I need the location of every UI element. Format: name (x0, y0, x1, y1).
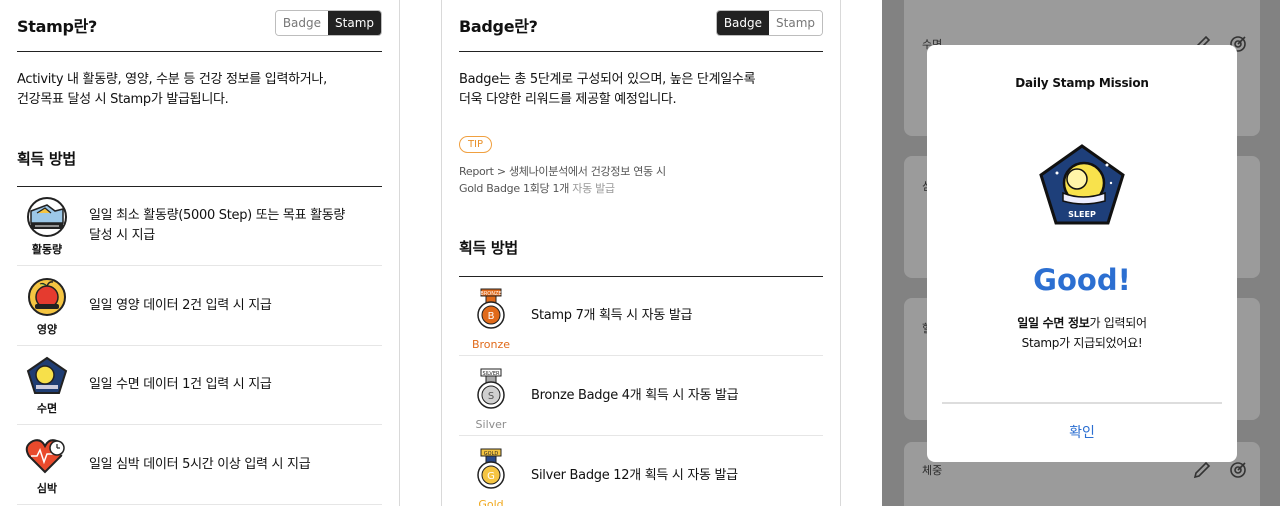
item-line: 일일 수면 데이터 1건 입력 시 지급 (89, 377, 272, 392)
target-icon[interactable] (1228, 460, 1248, 480)
list-item: 수면 일일 수면 데이터 1건 입력 시 지급 (17, 346, 382, 425)
stamp-label: SLEEP (1068, 210, 1096, 219)
panel-gap (400, 0, 441, 506)
stamp-info-panel: Stamp란? Badge Stamp Activity 내 활동량, 영양, … (0, 0, 400, 506)
panel-gap (841, 0, 882, 506)
icon-caption: 수면 (36, 402, 58, 415)
list-item: 활동량 일일 최소 활동량(5000 Step) 또는 목표 활동량 달성 시 … (17, 187, 382, 266)
item-text: Stamp 7개 획득 시 자동 발급 (531, 308, 693, 323)
divider (459, 51, 823, 52)
item-text: 일일 수면 데이터 1건 입력 시 지급 (89, 375, 272, 395)
message-line2: Stamp가 지급되었어요! (1021, 336, 1143, 350)
confirm-button[interactable]: 확인 (927, 422, 1237, 442)
activity-icon: 활동량 (25, 197, 69, 257)
stamp-modal-screen: 수면 심 혈 체중 Daily Stamp Mission (882, 0, 1280, 506)
description-line: Activity 내 활동량, 영양, 수분 등 건강 정보를 입력하거나, (17, 72, 327, 87)
tip-line: Report > 생체나이분석에서 건강정보 연동 시 (459, 165, 666, 178)
silver-medal-icon: SILVER S Silver (469, 367, 513, 431)
toggle-stamp[interactable]: Stamp (328, 11, 381, 35)
badge-header: Badge란? Badge Stamp (459, 10, 823, 37)
item-line: 달성 시 지급 (89, 228, 155, 243)
tip-badge: TIP (459, 136, 492, 153)
stamp-description: Activity 내 활동량, 영양, 수분 등 건강 정보를 입력하거나, 건… (17, 70, 382, 110)
badge-stamp-toggle[interactable]: Badge Stamp (715, 10, 823, 36)
card-label: 체중 (922, 464, 943, 477)
list-item: 심박 일일 심박 데이터 5시간 이상 입력 시 지급 (17, 426, 382, 505)
tip-line: Gold Badge 1회당 1개 자동 발급 (459, 180, 615, 196)
list-item: SILVER S Silver Bronze Badge 4개 획득 시 자동 … (459, 357, 823, 436)
list-item: GOLD G Gold Silver Badge 12개 획득 시 자동 발급 (459, 437, 823, 506)
message-rest: 가 입력되어 (1089, 316, 1147, 330)
page-title: Badge란? (459, 17, 538, 36)
tip-rest: 자동 발급 (569, 182, 615, 195)
icon-caption: Bronze (471, 338, 511, 351)
description-line: 더욱 다양한 리워드를 제공할 예정입니다. (459, 92, 677, 107)
badge-info-panel: Badge란? Badge Stamp Badge는 총 5단계로 구성되어 있… (441, 0, 841, 506)
list-item: BRONZE B Bronze Stamp 7개 획득 시 자동 발급 (459, 277, 823, 356)
dialog-message: 일일 수면 정보가 입력되어 Stamp가 지급되었어요! (927, 313, 1237, 353)
message-bold: 일일 수면 정보 (1017, 316, 1090, 330)
tip-emphasis: Gold Badge 1회당 1개 (459, 182, 570, 195)
gold-medal-icon: GOLD G Gold (469, 447, 513, 506)
item-text: 일일 영양 데이터 2건 입력 시 지급 (89, 296, 272, 316)
badge-stamp-toggle[interactable]: Badge Stamp (274, 10, 382, 36)
bronze-medal-icon: BRONZE B Bronze (469, 287, 513, 351)
icon-caption: Gold (478, 498, 504, 506)
nutrition-icon: 영양 (25, 277, 69, 337)
item-text: Bronze Badge 4개 획득 시 자동 발급 (531, 388, 739, 403)
icon-caption: 심박 (36, 482, 58, 495)
stamp-header: Stamp란? Badge Stamp (17, 10, 382, 37)
section-title: 획득 방법 (17, 150, 76, 168)
item-text: Silver Badge 12개 획득 시 자동 발급 (531, 468, 738, 483)
sleep-icon: 수면 (25, 356, 69, 416)
list-item: 영양 일일 영양 데이터 2건 입력 시 지급 (17, 267, 382, 346)
toggle-badge[interactable]: Badge (275, 11, 329, 35)
heart-rate-icon: 심박 (25, 436, 69, 496)
description-line: Badge는 총 5단계로 구성되어 있으며, 높은 단계일수록 (459, 72, 756, 87)
dialog-title: Daily Stamp Mission (1015, 76, 1149, 90)
item-text: 일일 심박 데이터 5시간 이상 입력 시 지급 (89, 455, 311, 475)
sleep-stamp-icon: SLEEP (1037, 143, 1127, 228)
item-line: 일일 최소 활동량(5000 Step) 또는 목표 활동량 (89, 208, 346, 223)
good-headline: Good! (1033, 263, 1131, 297)
icon-caption: 활동량 (31, 243, 63, 256)
stamp-dialog: Daily Stamp Mission SLEEP Good! 일일 수면 정보… (927, 45, 1237, 462)
divider (17, 51, 382, 52)
badge-description: Badge는 총 5단계로 구성되어 있으며, 높은 단계일수록 더욱 다양한 … (459, 70, 823, 110)
description-line: 건강목표 달성 시 Stamp가 발급됩니다. (17, 92, 229, 107)
medal-letter: S (488, 391, 494, 402)
toggle-badge[interactable]: Badge (716, 11, 770, 35)
item-line: 일일 심박 데이터 5시간 이상 입력 시 지급 (89, 457, 311, 472)
icon-caption: 영양 (36, 323, 58, 336)
item-line: 일일 영양 데이터 2건 입력 시 지급 (89, 298, 272, 313)
pencil-icon[interactable] (1192, 460, 1212, 480)
page-title: Stamp란? (17, 17, 97, 36)
icon-caption: Silver (475, 418, 507, 431)
divider (942, 402, 1222, 404)
item-text: 일일 최소 활동량(5000 Step) 또는 목표 활동량 달성 시 지급 (89, 206, 345, 246)
medal-letter: G (487, 471, 495, 482)
toggle-stamp[interactable]: Stamp (769, 11, 822, 35)
section-title: 획득 방법 (459, 239, 518, 257)
medal-letter: B (488, 311, 495, 322)
